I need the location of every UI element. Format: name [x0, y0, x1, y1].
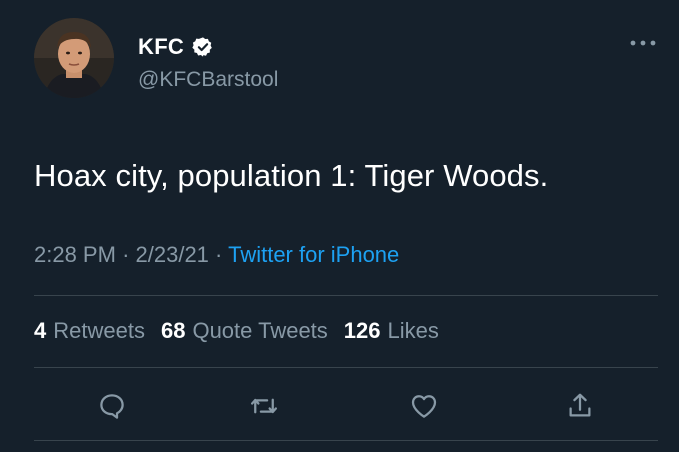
more-options-icon[interactable]: [628, 36, 658, 50]
user-handle[interactable]: @KFCBarstool: [138, 68, 278, 92]
tweet-metadata: 2:28 PM · 2/23/21 · Twitter for iPhone: [34, 242, 399, 268]
heart-icon: [411, 395, 437, 418]
retweet-button[interactable]: [244, 386, 284, 426]
retweet-icon: [251, 398, 277, 414]
verified-badge-icon: [192, 36, 214, 58]
retweets-count: 4: [34, 318, 47, 343]
divider: [34, 440, 658, 441]
retweets-label: Retweets: [53, 318, 145, 343]
likes-count: 126: [343, 318, 381, 343]
share-icon: [569, 393, 591, 417]
display-name[interactable]: KFC: [138, 34, 184, 60]
likes-label: Likes: [387, 318, 439, 343]
reply-icon: [100, 394, 124, 419]
quote-tweets-count: 68: [160, 318, 186, 343]
like-button[interactable]: [404, 386, 444, 426]
avatar-image: [34, 18, 114, 98]
divider: [34, 295, 658, 296]
name-row: KFC: [138, 34, 214, 60]
tweet-source-link[interactable]: Twitter for iPhone: [228, 242, 399, 267]
quote-tweets-stat[interactable]: 68 Quote Tweets: [161, 318, 328, 344]
meta-separator: ·: [215, 242, 223, 267]
tweet-actions: [0, 386, 679, 428]
reply-button[interactable]: [92, 386, 132, 426]
likes-stat[interactable]: 126 Likes: [344, 318, 439, 344]
tweet-time[interactable]: 2:28 PM: [34, 242, 116, 267]
meta-separator: ·: [122, 242, 130, 267]
retweets-stat[interactable]: 4 Retweets: [34, 318, 145, 344]
quote-tweets-label: Quote Tweets: [192, 318, 328, 343]
tweet-date[interactable]: 2/23/21: [136, 242, 209, 267]
tweet-stats: 4 Retweets 68 Quote Tweets 126 Likes: [34, 318, 439, 344]
avatar[interactable]: [34, 18, 114, 98]
divider: [34, 367, 658, 368]
share-button[interactable]: [560, 386, 600, 426]
tweet-header: KFC @KFCBarstool: [0, 0, 679, 120]
tweet-text: Hoax city, population 1: Tiger Woods.: [34, 158, 549, 193]
